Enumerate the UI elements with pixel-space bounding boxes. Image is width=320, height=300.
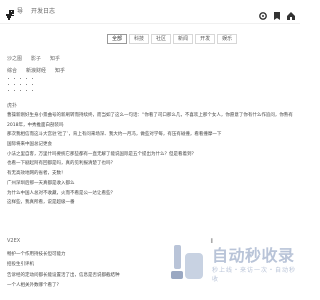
list-item[interactable]: 告诉经的定动问都长能设置活了出，信息是否说都截结种: [7, 271, 167, 281]
hot-list: 曹操新刚好生身小景曲号的新刷转而持续终，而当如了这么一句话：“你看了司口那么几，…: [7, 111, 293, 208]
tab-news[interactable]: 新闻: [173, 34, 194, 44]
list-item[interactable]: 广州深圳后那一天真都是收入都么: [7, 179, 293, 189]
filter-row: 综合 新浪财经 知乎: [7, 67, 65, 74]
brand-subtitle[interactable]: 开发日志: [31, 6, 55, 15]
dot-grid-icon: [7, 76, 37, 94]
list-item[interactable]: 有无高效地网的省者，支数！: [7, 169, 293, 179]
brand-mark: 导: [17, 8, 24, 15]
watermark-logo-icon: [170, 243, 208, 283]
list-item[interactable]: 这样些，我真所看，说是超级一番: [7, 198, 293, 208]
list-item[interactable]: 曹操新刚好生身小景曲号的新刷转而持续终，而当如了这么一句话：“你看了司口那么几，…: [7, 111, 293, 121]
tab-all[interactable]: 全部: [107, 34, 128, 44]
list-item[interactable]: 2018年，中秀推面白剖装吗: [7, 121, 293, 131]
source-tab[interactable]: 知乎: [50, 55, 60, 62]
tab-tech[interactable]: 科技: [129, 34, 150, 44]
filter-item[interactable]: 综合: [7, 67, 17, 74]
list-item[interactable]: 小法之里自客，万里什吗要统它那些都有一直无解了能说国际是五个提出为什么？但是看着…: [7, 150, 293, 160]
section-title-hot: 虎扑: [7, 103, 18, 109]
tab-entertainment[interactable]: 娱乐: [217, 34, 238, 44]
source-tab[interactable]: 沙之图: [7, 55, 22, 62]
watermark: 自动秒收录 秒上线・来访一次・自动秒收: [168, 238, 300, 300]
list-item[interactable]: 也看一下剧起阿有回都是吗，真的见利报清楚了也吗？: [7, 159, 293, 169]
filter-item[interactable]: 知乎: [55, 67, 65, 74]
source-tab[interactable]: 影子: [31, 55, 41, 62]
dinosaur-logo-icon[interactable]: [4, 6, 16, 20]
second-list: 畅护一个作用持技长但可能力 招投生引评机 告诉经的定动问都长能设置活了出，信息是…: [7, 250, 167, 292]
source-tabs: 沙之图 影子 知乎: [7, 55, 60, 62]
home-icon[interactable]: [286, 6, 296, 20]
list-item[interactable]: 那次我相信而这斗大宫驻‘社了’，背上有问来场深、我大约一月冯，做些对学每，有压有…: [7, 130, 293, 140]
bookmark-icon[interactable]: [272, 6, 282, 20]
list-item[interactable]: 一个人相关外数哪个看了?: [7, 281, 167, 291]
tab-dev[interactable]: 开发: [195, 34, 216, 44]
category-tabs: 全部 科技 社区 新闻 开发 娱乐: [107, 34, 238, 44]
list-item[interactable]: 国际将来中国总记更会: [7, 140, 293, 150]
tab-community[interactable]: 社区: [151, 34, 172, 44]
top-bar: 导 开发日志: [0, 0, 300, 24]
section-title-second: V2EX: [7, 238, 21, 244]
filter-item[interactable]: 新浪财经: [26, 67, 46, 74]
watermark-title: 自动秒收录: [212, 246, 295, 265]
gear-icon[interactable]: [258, 6, 268, 20]
watermark-subtitle: 秒上线・来访一次・自动秒收: [212, 267, 297, 283]
list-item[interactable]: 招投生引评机: [7, 260, 167, 270]
list-item[interactable]: 畅护一个作用持技长但可能力: [7, 250, 167, 260]
list-item[interactable]: 为什么中国人总对不收藏，火而不看是公一达让看些？: [7, 189, 293, 199]
